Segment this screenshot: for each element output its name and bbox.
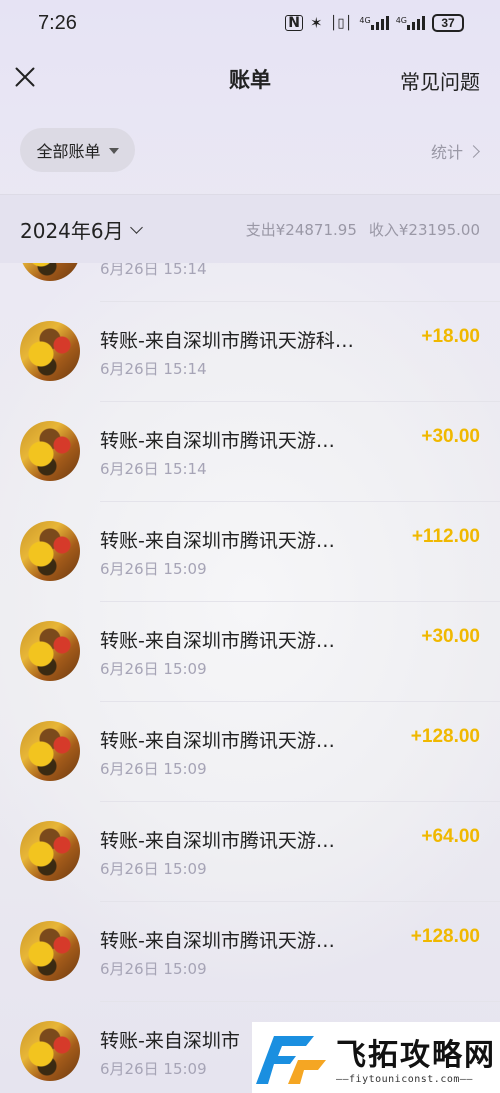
avatar — [20, 321, 80, 381]
avatar — [20, 421, 80, 481]
filter-row: 全部账单 统计 — [0, 128, 500, 172]
help-link[interactable]: 常见问题 — [400, 66, 480, 95]
status-time: 7:26 — [38, 11, 77, 34]
watermark-logo-icon — [256, 1036, 326, 1084]
transaction-title: 转账-来自深圳市腾讯天游科… — [100, 330, 354, 352]
transaction-title: 转账-来自深圳市腾讯天游… — [100, 930, 335, 952]
income-total: 收入¥23195.00 — [368, 221, 480, 239]
avatar — [20, 1021, 80, 1081]
signal-4g-icon: 4G — [396, 16, 425, 30]
transaction-title: 转账-来自深圳市腾讯天游… — [100, 830, 335, 852]
expense-total: 支出¥24871.95 — [245, 221, 357, 239]
bluetooth-icon: ✶ — [310, 14, 323, 32]
transaction-title: 转账-来自深圳市腾讯天游… — [100, 530, 335, 552]
chevron-right-icon — [467, 144, 480, 158]
transaction-title: 转账-来自深圳市腾讯天游… — [100, 630, 335, 652]
transaction-row[interactable]: 转账-来自深圳市腾讯天游… 6月26日 15:09 +30.00 — [0, 602, 500, 702]
transaction-row[interactable]: 转账-来自深圳市腾讯天游科… 6月26日 15:14 +18.00 — [0, 302, 500, 402]
stats-label: 统计 — [430, 143, 463, 162]
watermark: 飞拓攻略网 ——fiytouniconst.com—— — [252, 1022, 500, 1093]
transaction-time: 6月26日 15:09 — [100, 660, 207, 678]
transaction-title: 转账-来自深圳市腾讯天游… — [100, 430, 335, 452]
transaction-row[interactable]: 转账-来自深圳市腾讯天游… 6月26日 15:09 +112.00 — [0, 502, 500, 602]
transaction-row[interactable]: 转账-来自深圳市腾讯天游… 6月26日 15:09 +128.00 — [0, 702, 500, 802]
month-selector[interactable]: 2024年6月 — [20, 215, 143, 244]
month-label: 2024年6月 — [20, 219, 124, 243]
watermark-name: 飞拓攻略网 — [336, 1038, 496, 1073]
all-bills-label: 全部账单 — [36, 142, 101, 161]
caret-down-icon — [108, 148, 119, 154]
transaction-title: 转账-来自深圳市腾讯天游… — [100, 730, 335, 752]
transaction-amount: +30.00 — [421, 626, 480, 647]
transaction-amount: +128.00 — [410, 926, 480, 947]
transaction-amount: +64.00 — [421, 826, 480, 847]
transaction-time: 6月26日 15:09 — [100, 760, 207, 778]
transaction-amount: +128.00 — [410, 726, 480, 747]
chevron-down-icon — [129, 220, 143, 234]
transaction-row[interactable]: 6月26日 15:14 — [0, 263, 500, 302]
transaction-list[interactable]: 6月26日 15:14 转账-来自深圳市腾讯天游科… 6月26日 15:14 +… — [0, 263, 500, 1093]
transaction-row[interactable]: 转账-来自深圳市腾讯天游… 6月26日 15:09 +64.00 — [0, 802, 500, 902]
avatar — [20, 521, 80, 581]
month-totals: 支出¥24871.95 收入¥23195.00 — [246, 219, 480, 240]
transaction-time: 6月26日 15:09 — [100, 1060, 207, 1078]
transaction-amount: +112.00 — [411, 526, 480, 547]
avatar — [20, 921, 80, 981]
nfc-icon: N — [285, 15, 304, 31]
transaction-row[interactable]: 转账-来自深圳市腾讯天游… 6月26日 15:14 +30.00 — [0, 402, 500, 502]
watermark-url: ——fiytouniconst.com—— — [336, 1074, 473, 1085]
transaction-amount: +18.00 — [421, 326, 480, 347]
status-bar: 7:26 N ✶ │▯│ 4G 4G 37 — [0, 0, 500, 46]
transaction-time: 6月26日 15:09 — [100, 960, 207, 978]
transaction-time: 6月26日 15:14 — [100, 263, 207, 278]
transaction-time: 6月26日 15:09 — [100, 860, 207, 878]
avatar — [20, 821, 80, 881]
avatar — [20, 263, 80, 281]
battery-icon: 37 — [432, 14, 464, 32]
header: 账单 常见问题 — [0, 52, 500, 106]
avatar — [20, 621, 80, 681]
status-icons: N ✶ │▯│ 4G 4G 37 — [285, 14, 464, 32]
transaction-row[interactable]: 转账-来自深圳市腾讯天游… 6月26日 15:09 +128.00 — [0, 902, 500, 1002]
transaction-time: 6月26日 15:14 — [100, 460, 207, 478]
vibrate-icon: │▯│ — [329, 15, 353, 31]
avatar — [20, 721, 80, 781]
stats-link[interactable]: 统计 — [430, 139, 480, 163]
transaction-time: 6月26日 15:09 — [100, 560, 207, 578]
transaction-amount: +30.00 — [421, 426, 480, 447]
all-bills-filter[interactable]: 全部账单 — [20, 128, 135, 172]
signal-4g-icon: 4G — [359, 16, 389, 30]
month-bar: 2024年6月 支出¥24871.95 收入¥23195.00 — [0, 195, 500, 263]
transaction-time: 6月26日 15:14 — [100, 360, 207, 378]
